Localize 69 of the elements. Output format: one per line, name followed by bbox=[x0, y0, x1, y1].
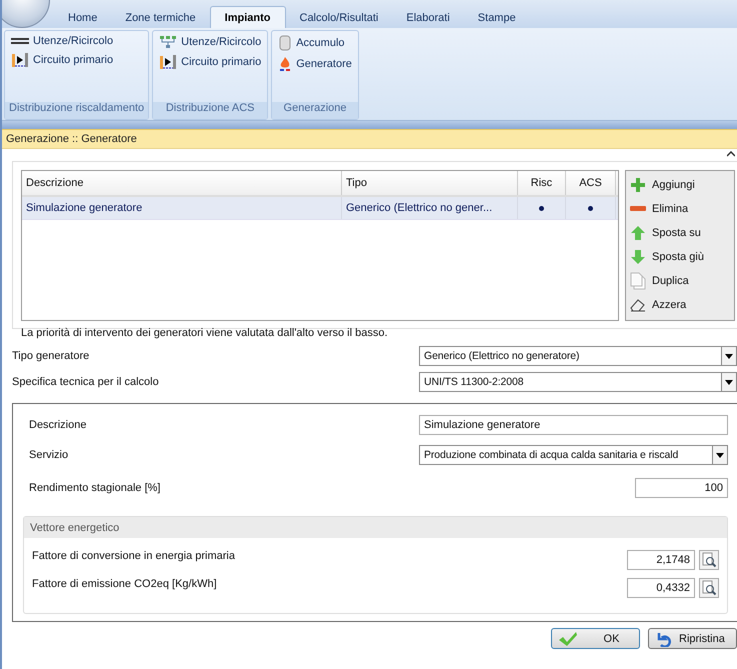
caret-icon bbox=[716, 452, 724, 458]
pipe-icon bbox=[11, 36, 29, 46]
ribbon-tab[interactable]: Zone termiche bbox=[111, 7, 210, 28]
column-header[interactable]: Descrizione bbox=[22, 171, 342, 195]
ribbon-tab[interactable]: Stampe bbox=[464, 7, 530, 28]
input-field[interactable]: 100 bbox=[635, 478, 728, 498]
ribbon-button[interactable]: Utenze/Ricircolo bbox=[11, 35, 142, 47]
dropdown[interactable]: Generico (Elettrico no generatore) bbox=[419, 346, 737, 366]
network-icon bbox=[159, 35, 178, 49]
ribbon-button[interactable]: Utenze/Ricircolo bbox=[159, 35, 262, 49]
field-label: Servizio bbox=[29, 449, 70, 461]
input-field[interactable]: 2,1748 bbox=[627, 550, 695, 570]
dialog-button[interactable]: OK bbox=[551, 628, 640, 649]
action-button[interactable]: Sposta su bbox=[630, 223, 734, 243]
dropdown[interactable]: Produzione combinata di acqua calda sanitaria e riscald bbox=[419, 445, 728, 465]
action-button[interactable]: Azzera bbox=[630, 295, 734, 315]
undo-icon bbox=[655, 630, 673, 646]
ribbon-button[interactable]: Accumulo bbox=[278, 35, 352, 51]
action-button[interactable]: Aggiungi bbox=[630, 175, 734, 195]
circuit-icon bbox=[159, 54, 178, 70]
table-cell: Simulazione generatore bbox=[22, 197, 342, 219]
table-cell: Generico (Elettrico no gener... bbox=[342, 197, 518, 219]
ribbon-tab[interactable]: Calcolo/Risultati bbox=[286, 7, 392, 28]
group-title: Distribuzione riscaldamento bbox=[5, 102, 148, 119]
field-label: Descrizione bbox=[29, 419, 88, 431]
caret-icon bbox=[725, 354, 733, 358]
action-button[interactable]: Duplica bbox=[630, 271, 734, 291]
tank-icon bbox=[278, 35, 292, 51]
note-text: La priorità di intervento dei generatori viene valutata dall'alto verso il basso. bbox=[21, 327, 389, 339]
field-label: Tipo generatore bbox=[12, 350, 90, 362]
table-row[interactable]: Simulazione generatore Generico (Elettrico no gener... bbox=[22, 197, 618, 220]
circuit-icon bbox=[11, 52, 29, 68]
column-header[interactable]: Tipo bbox=[342, 171, 518, 195]
minus-icon bbox=[630, 206, 646, 212]
panel-title: Generazione :: Generatore bbox=[2, 129, 737, 149]
input-field[interactable]: 0,4332 bbox=[627, 578, 695, 598]
ribbon-tab[interactable]: Home bbox=[54, 7, 112, 28]
up-arrow-icon bbox=[630, 225, 646, 241]
field-label: Fattore di conversione in energia primaria bbox=[32, 549, 236, 562]
checkmark-icon bbox=[558, 630, 578, 646]
action-button[interactable]: Elimina bbox=[630, 199, 734, 219]
down-arrow-icon bbox=[630, 249, 646, 265]
ribbon-button[interactable]: Circuito primario bbox=[11, 52, 142, 68]
input-field[interactable]: Simulazione generatore bbox=[419, 415, 728, 435]
field-label: Specifica tecnica per il calcolo bbox=[12, 376, 160, 388]
field-label: Fattore di emissione CO2eq [Kg/kWh] bbox=[32, 577, 218, 590]
group-title: Distribuzione ACS bbox=[153, 102, 268, 119]
column-header[interactable]: Risc bbox=[518, 171, 566, 195]
eraser-icon bbox=[630, 298, 646, 312]
magnifier-icon bbox=[701, 552, 717, 568]
dialog-button[interactable]: Ripristina bbox=[648, 628, 737, 649]
collapse-icon[interactable] bbox=[727, 151, 735, 157]
group-title: Vettore energetico bbox=[24, 517, 727, 538]
ribbon-button[interactable]: Circuito primario bbox=[159, 54, 262, 70]
plus-icon bbox=[630, 177, 646, 193]
copy-icon bbox=[630, 272, 646, 290]
field-label: Rendimento stagionale [%] bbox=[29, 482, 162, 494]
group-title: Generazione bbox=[272, 102, 358, 119]
ribbon-tab[interactable]: Elaborati bbox=[392, 7, 464, 28]
lookup-button[interactable] bbox=[699, 550, 719, 570]
dropdown[interactable]: UNI/TS 11300-2:2008 bbox=[419, 372, 737, 392]
magnifier-icon bbox=[701, 580, 717, 596]
action-button[interactable]: Sposta giù bbox=[630, 247, 734, 267]
flame-icon bbox=[278, 56, 292, 72]
ribbon-tab[interactable]: Impianto bbox=[210, 6, 286, 28]
ribbon-button[interactable]: Generatore bbox=[278, 56, 352, 72]
lookup-button[interactable] bbox=[699, 578, 719, 598]
column-header[interactable]: ACS bbox=[566, 171, 616, 195]
caret-icon bbox=[725, 380, 733, 384]
